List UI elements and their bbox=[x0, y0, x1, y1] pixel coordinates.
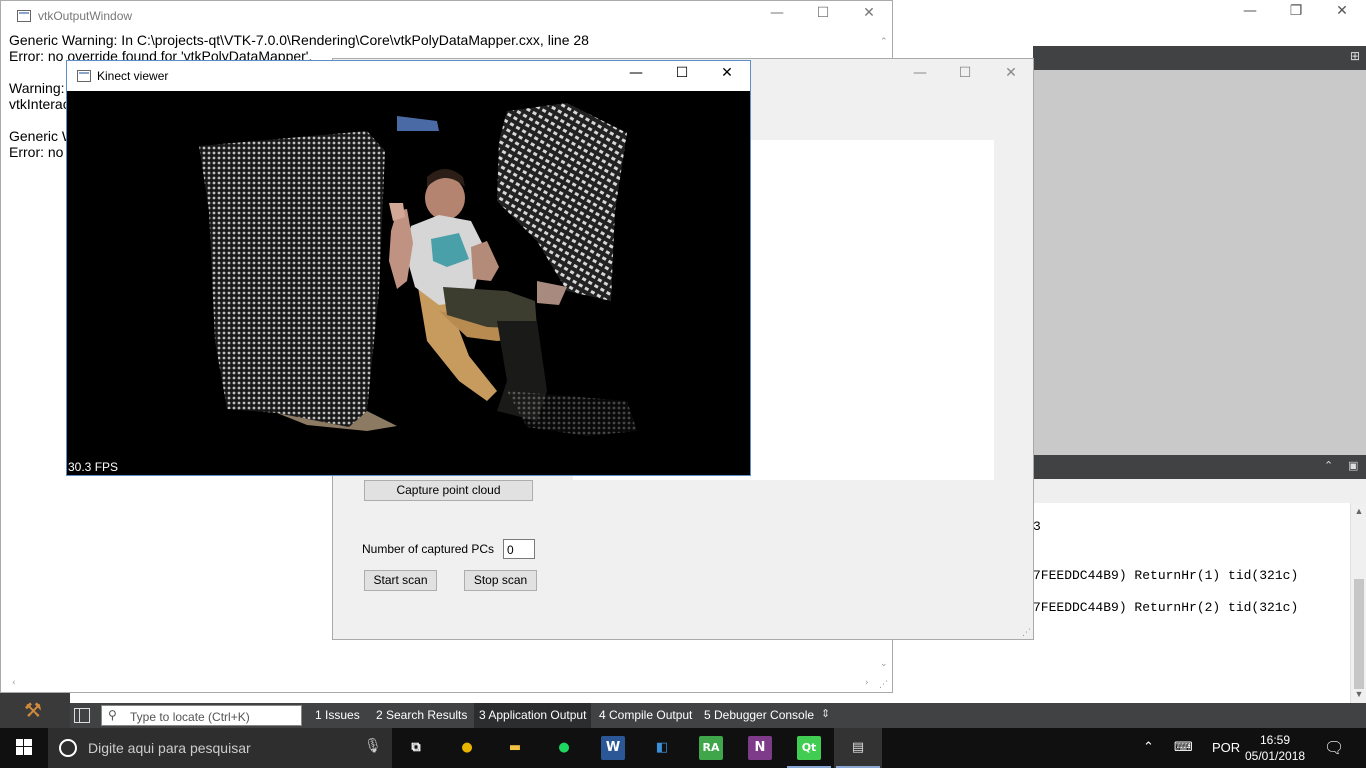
scroll-down-icon[interactable]: ⌄ bbox=[880, 659, 888, 669]
window-icon bbox=[17, 10, 31, 22]
search-icon: ⚲ bbox=[108, 708, 117, 722]
restore-icon[interactable]: ❐ bbox=[1273, 0, 1319, 24]
tab-application-output[interactable]: 3 Application Output bbox=[474, 703, 592, 728]
close-icon[interactable]: ✕ bbox=[988, 65, 1034, 85]
maximize-icon[interactable]: ☐ bbox=[659, 65, 705, 87]
sidebar-toggle-icon[interactable] bbox=[74, 708, 90, 723]
clock-date: 05/01/2018 bbox=[1245, 749, 1306, 763]
robot-assistant-icon: RA bbox=[699, 736, 723, 760]
build-panel: ⚒ bbox=[0, 688, 70, 728]
maximize-icon[interactable]: ☐ bbox=[800, 5, 846, 27]
point-cloud-view[interactable]: 30.3 FPS bbox=[67, 91, 750, 475]
taskbar: Digite aqui para pesquisar 🎙 ⧉ ● ▬ ● W ◧… bbox=[0, 728, 1366, 768]
close-icon[interactable]: ✕ bbox=[846, 5, 892, 27]
scroll-right-icon[interactable]: › bbox=[865, 678, 869, 688]
application-output[interactable]: 3 7FEEDDC44B9) ReturnHr(1) tid(321c) 7FE… bbox=[1033, 503, 1366, 703]
scroll-up-icon[interactable]: ▲ bbox=[1351, 506, 1366, 516]
output-pane-toolbar bbox=[1033, 479, 1366, 503]
file-explorer-button[interactable]: ▬ bbox=[491, 728, 539, 768]
minimize-icon[interactable]: — bbox=[1227, 0, 1273, 24]
outlook-button[interactable]: ◧ bbox=[638, 728, 686, 768]
resize-grip-icon[interactable]: ⋰ bbox=[879, 679, 888, 690]
build-hammer-icon[interactable]: ⚒ bbox=[24, 698, 42, 722]
output-line: 3 bbox=[1033, 519, 1041, 534]
word-button[interactable]: W bbox=[589, 728, 637, 768]
taskbar-search[interactable]: Digite aqui para pesquisar 🎙 bbox=[48, 728, 392, 768]
locator-input[interactable]: ⚲ Type to locate (Ctrl+K) bbox=[101, 705, 302, 726]
qt-creator-icon: Qt bbox=[797, 736, 821, 760]
task-view-button[interactable]: ⧉ bbox=[392, 728, 440, 768]
minimize-icon[interactable]: — bbox=[613, 65, 659, 87]
start-scan-button[interactable]: Start scan bbox=[364, 570, 437, 591]
language-indicator[interactable]: POR bbox=[1212, 740, 1240, 755]
tab-issues[interactable]: 1 Issues bbox=[310, 703, 365, 728]
spotify-icon: ● bbox=[558, 740, 570, 755]
collapse-icon[interactable]: ⌃ bbox=[1324, 459, 1333, 472]
tab-compile-output[interactable]: 4 Compile Output bbox=[594, 703, 697, 728]
application-window-button[interactable]: ▤ bbox=[834, 728, 882, 768]
show-hidden-icons-icon[interactable]: ⌃ bbox=[1143, 740, 1154, 755]
start-button[interactable] bbox=[0, 728, 48, 768]
scrollbar-thumb[interactable] bbox=[1354, 579, 1364, 689]
onenote-icon: N bbox=[748, 736, 772, 760]
close-icon[interactable]: ✕ bbox=[1319, 0, 1365, 24]
vtk-window-title: vtkOutputWindow bbox=[38, 9, 133, 23]
captured-pcs-label: Number of captured PCs bbox=[362, 542, 495, 556]
captured-pcs-field[interactable]: 0 bbox=[503, 539, 535, 559]
action-center-icon[interactable]: 🗨 bbox=[1324, 738, 1344, 757]
stop-scan-button[interactable]: Stop scan bbox=[464, 570, 537, 591]
search-placeholder: Digite aqui para pesquisar bbox=[88, 740, 251, 756]
tab-debugger-console[interactable]: 5 Debugger Console bbox=[699, 703, 819, 728]
maximize-icon[interactable]: ☐ bbox=[942, 65, 988, 85]
close-icon[interactable]: ✕ bbox=[704, 65, 750, 87]
clock-time: 16:59 bbox=[1259, 733, 1291, 747]
output-line: 7FEEDDC44B9) ReturnHr(1) tid(321c) bbox=[1033, 568, 1299, 583]
resize-grip-icon[interactable]: ⋰ bbox=[1022, 627, 1031, 638]
scroll-down-icon[interactable]: ▼ bbox=[1351, 689, 1366, 699]
chrome-button[interactable]: ● bbox=[443, 728, 491, 768]
more-tabs-icon[interactable]: ⇕ bbox=[821, 707, 830, 720]
chrome-icon: ● bbox=[461, 740, 473, 755]
keyboard-icon[interactable]: ⌨ bbox=[1174, 740, 1193, 755]
output-pane-bar: ⚒ ⚲ Type to locate (Ctrl+K) 1 Issues 2 S… bbox=[0, 688, 1366, 728]
word-icon: W bbox=[601, 736, 625, 760]
editor-area[interactable] bbox=[1033, 70, 1366, 455]
window-icon bbox=[77, 70, 91, 82]
output-scrollbar[interactable]: ▲ ▼ bbox=[1350, 503, 1366, 703]
cortana-icon bbox=[59, 739, 77, 757]
capture-point-cloud-button[interactable]: Capture point cloud bbox=[364, 480, 533, 501]
tab-search-results[interactable]: 2 Search Results bbox=[371, 703, 472, 728]
kinect-window-title: Kinect viewer bbox=[97, 69, 169, 83]
log-line: Error: no bbox=[9, 144, 64, 160]
float-icon[interactable]: ▣ bbox=[1348, 459, 1358, 472]
locator-placeholder: Type to locate (Ctrl+K) bbox=[130, 710, 250, 724]
scroll-left-icon[interactable]: ‹ bbox=[12, 678, 16, 688]
log-line: Generic Warning: In C:\projects-qt\VTK-7… bbox=[9, 32, 589, 48]
application-window-icon: ▤ bbox=[851, 740, 865, 755]
editor-toolbar: ⊞ bbox=[1033, 46, 1366, 70]
output-line: 7FEEDDC44B9) ReturnHr(2) tid(321c) bbox=[1033, 600, 1299, 615]
vtk-horizontal-scrollbar[interactable]: ‹ › bbox=[9, 677, 877, 692]
folder-icon: ▬ bbox=[508, 740, 522, 755]
windows-icon bbox=[16, 739, 32, 755]
point-cloud-image bbox=[199, 103, 637, 436]
kinect-viewer-window: Kinect viewer — ☐ ✕ 30.3 FPS bbox=[66, 60, 751, 476]
log-line: Warning: bbox=[9, 80, 65, 96]
robot-assistant-button[interactable]: RA bbox=[687, 728, 735, 768]
minimize-icon[interactable]: — bbox=[897, 65, 943, 85]
scroll-up-icon[interactable]: ⌃ bbox=[880, 37, 888, 47]
minimize-icon[interactable]: — bbox=[754, 5, 800, 27]
spotify-button[interactable]: ● bbox=[540, 728, 588, 768]
fps-counter: 30.3 FPS bbox=[68, 460, 119, 474]
log-line: vtkInterac bbox=[9, 96, 70, 112]
split-editor-icon[interactable]: ⊞ bbox=[1350, 49, 1360, 63]
task-view-icon: ⧉ bbox=[411, 740, 421, 755]
onenote-button[interactable]: N bbox=[736, 728, 784, 768]
clock[interactable]: 16:59 05/01/2018 bbox=[1245, 732, 1305, 764]
output-pane-header: ⌃ ▣ bbox=[1033, 455, 1366, 479]
qt-creator-button[interactable]: Qt bbox=[785, 728, 833, 768]
microphone-icon[interactable]: 🎙 bbox=[364, 738, 382, 754]
outlook-icon: ◧ bbox=[655, 740, 669, 755]
